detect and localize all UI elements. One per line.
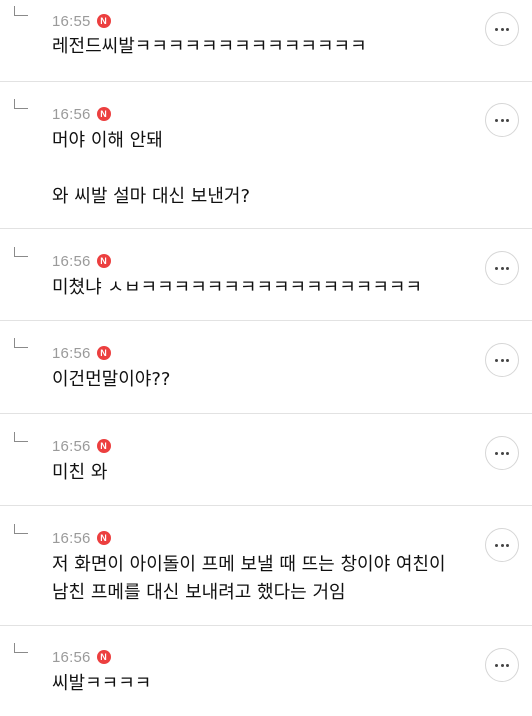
more-options-icon	[495, 27, 499, 31]
reply-list: 16:55 N 레전드씨발ㅋㅋㅋㅋㅋㅋㅋㅋㅋㅋㅋㅋㅋㅋ 16:56 N 머야 이…	[0, 0, 532, 716]
reply-time: 16:56	[52, 529, 91, 547]
more-options-button[interactable]	[485, 648, 519, 682]
more-options-icon	[495, 358, 499, 362]
reply-text: 씨발ㅋㅋㅋㅋ	[52, 673, 152, 694]
reply-item: 16:56 N 미친 와	[0, 414, 532, 506]
reply-text: 미쳤냐 ㅅㅂㅋㅋㅋㅋㅋㅋㅋㅋㅋㅋㅋㅋㅋㅋㅋㅋㅋ	[52, 277, 423, 298]
reply-arrow-icon	[14, 99, 28, 109]
reply-meta: 16:56 N	[52, 251, 111, 271]
reply-item: 16:56 N 이건먼말이야??	[0, 321, 532, 414]
reply-time: 16:56	[52, 105, 91, 123]
new-badge-icon: N	[96, 346, 111, 360]
reply-arrow-icon	[14, 432, 28, 442]
more-options-button[interactable]	[485, 103, 519, 137]
new-badge-icon: N	[96, 107, 111, 121]
reply-text: 이건먼말이야??	[52, 369, 171, 390]
reply-time: 16:56	[52, 648, 91, 666]
more-options-icon	[495, 118, 499, 122]
new-badge-icon: N	[96, 254, 111, 268]
reply-text: 저 화면이 아이돌이 프메 보낼 때 뜨는 창이야 여친이 남친 프메를 대신 …	[52, 554, 452, 603]
reply-arrow-icon	[14, 338, 28, 348]
reply-item: 16:56 N 저 화면이 아이돌이 프메 보낼 때 뜨는 창이야 여친이 남친…	[0, 506, 532, 626]
more-options-button[interactable]	[485, 12, 519, 46]
reply-arrow-icon	[14, 524, 28, 534]
reply-arrow-icon	[14, 247, 28, 257]
more-options-icon	[495, 543, 499, 547]
more-options-button[interactable]	[485, 343, 519, 377]
more-options-icon	[495, 266, 499, 270]
reply-meta: 16:56 N	[52, 436, 111, 456]
more-options-button[interactable]	[485, 436, 519, 470]
reply-meta: 16:56 N	[52, 104, 111, 124]
new-badge-icon: N	[96, 14, 111, 28]
reply-item: 16:55 N 레전드씨발ㅋㅋㅋㅋㅋㅋㅋㅋㅋㅋㅋㅋㅋㅋ	[0, 0, 532, 82]
reply-meta: 16:56 N	[52, 343, 111, 363]
new-badge-icon: N	[96, 650, 111, 664]
reply-arrow-icon	[14, 643, 28, 653]
reply-meta: 16:56 N	[52, 647, 111, 667]
more-options-button[interactable]	[485, 251, 519, 285]
new-badge-icon: N	[96, 531, 111, 545]
reply-time: 16:56	[52, 252, 91, 270]
new-badge-icon: N	[96, 439, 111, 453]
reply-meta: 16:56 N	[52, 528, 111, 548]
reply-time: 16:56	[52, 344, 91, 362]
reply-item: 16:56 N 미쳤냐 ㅅㅂㅋㅋㅋㅋㅋㅋㅋㅋㅋㅋㅋㅋㅋㅋㅋㅋㅋ	[0, 229, 532, 321]
reply-text: 머야 이해 안돼 와 씨발 설마 대신 보낸거?	[52, 130, 251, 207]
reply-text: 레전드씨발ㅋㅋㅋㅋㅋㅋㅋㅋㅋㅋㅋㅋㅋㅋ	[52, 36, 367, 57]
more-options-icon	[495, 451, 499, 455]
more-options-button[interactable]	[485, 528, 519, 562]
reply-text: 미친 와	[52, 462, 108, 483]
reply-time: 16:56	[52, 437, 91, 455]
reply-arrow-icon	[14, 6, 28, 16]
more-options-icon	[495, 663, 499, 667]
reply-meta: 16:55 N	[52, 11, 111, 31]
reply-time: 16:55	[52, 12, 91, 30]
reply-item: 16:56 N 씨발ㅋㅋㅋㅋ	[0, 626, 532, 716]
reply-item: 16:56 N 머야 이해 안돼 와 씨발 설마 대신 보낸거?	[0, 82, 532, 229]
